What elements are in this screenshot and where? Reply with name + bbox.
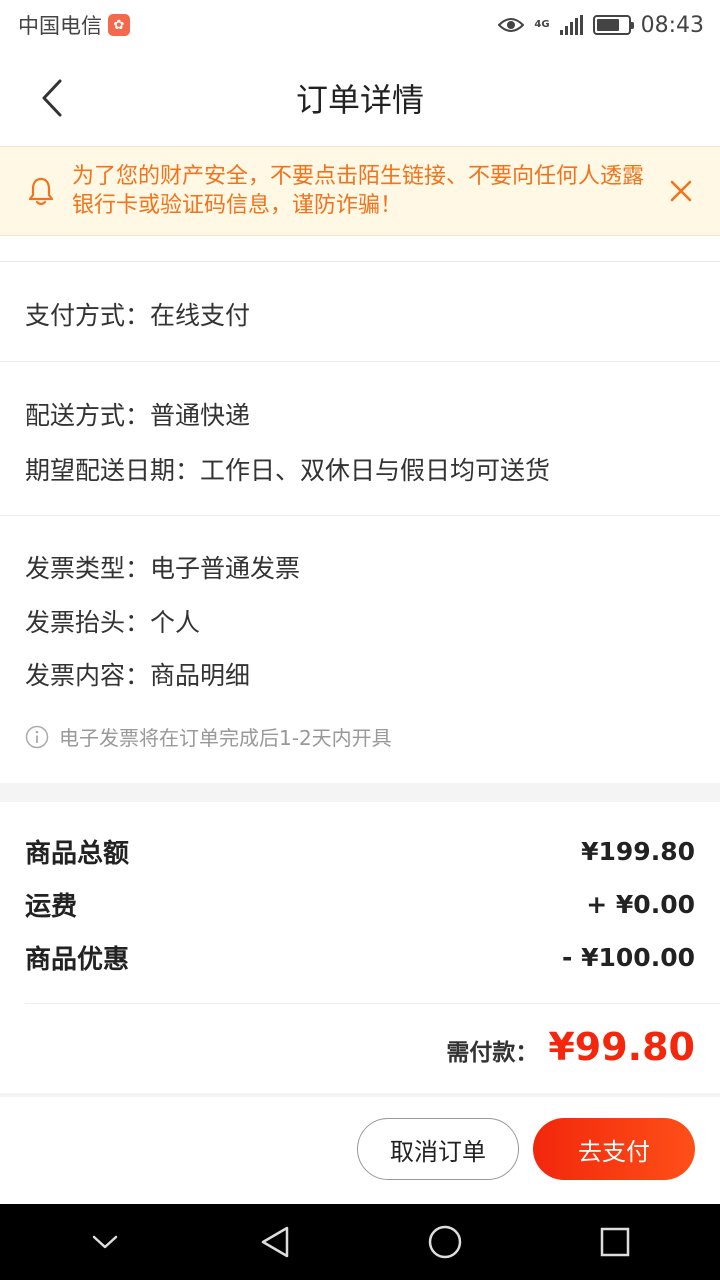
notice-text: 为了您的财产安全，不要点击陌生链接、不要向任何人透露银行卡或验证码信息，谨防诈骗… bbox=[72, 164, 645, 218]
carrier-name: 中国电信 bbox=[18, 14, 102, 38]
fee-label: 运费 bbox=[25, 892, 78, 922]
delivery-date: 期望配送日期：工作日、双休日与假日均可送货 bbox=[25, 456, 551, 485]
divider bbox=[0, 261, 720, 262]
circle-home-icon bbox=[428, 1225, 462, 1259]
fee-value: + ¥0.00 bbox=[586, 890, 695, 919]
invoice-note: 电子发票将在订单完成后1-2天内开具 bbox=[25, 722, 392, 751]
order-actions: 取消订单 去支付 bbox=[357, 1118, 695, 1180]
battery-fill bbox=[596, 19, 620, 31]
fee-row-subtotal: 商品总额 ¥199.80 bbox=[25, 833, 695, 870]
page-title: 订单详情 bbox=[295, 81, 424, 119]
system-back-button[interactable] bbox=[245, 1212, 305, 1272]
system-home-button[interactable] bbox=[415, 1212, 475, 1272]
total-label: 需付款： bbox=[446, 1040, 539, 1066]
status-right: 4G 08:43 bbox=[498, 13, 704, 38]
carrier-badge-icon: ✿ bbox=[108, 14, 130, 36]
hide-nav-button[interactable] bbox=[75, 1212, 135, 1272]
fee-row-discount: 商品优惠 - ¥100.00 bbox=[25, 939, 695, 976]
system-nav-bar bbox=[0, 1204, 720, 1280]
divider bbox=[25, 1003, 720, 1004]
status-left: 中国电信 ✿ bbox=[18, 10, 130, 40]
signal-icon bbox=[559, 15, 583, 35]
invoice-content: 发票内容：商品明细 bbox=[25, 661, 251, 690]
fee-value: - ¥100.00 bbox=[562, 943, 695, 972]
fee-label: 商品优惠 bbox=[25, 945, 130, 975]
payment-total: 需付款： ¥99.80 bbox=[446, 1025, 695, 1069]
info-icon bbox=[25, 725, 49, 748]
invoice-type: 发票类型：电子普通发票 bbox=[25, 554, 301, 583]
divider bbox=[0, 361, 720, 362]
square-recents-icon bbox=[600, 1227, 630, 1257]
chevron-left-icon bbox=[42, 79, 62, 117]
close-icon bbox=[670, 180, 692, 202]
bell-icon bbox=[28, 177, 54, 206]
status-bar: 中国电信 ✿ 4G 08:43 bbox=[0, 0, 720, 50]
pay-button[interactable]: 去支付 bbox=[533, 1118, 695, 1180]
total-amount: ¥99.80 bbox=[548, 1025, 695, 1069]
triangle-back-icon bbox=[261, 1226, 289, 1258]
security-notice: 为了您的财产安全，不要点击陌生链接、不要向任何人透露银行卡或验证码信息，谨防诈骗… bbox=[0, 146, 720, 236]
invoice-note-text: 电子发票将在订单完成后1-2天内开具 bbox=[59, 726, 392, 750]
eye-icon bbox=[498, 18, 525, 32]
clock: 08:43 bbox=[640, 12, 704, 38]
notice-close-button[interactable] bbox=[666, 176, 696, 206]
fee-row-shipping: 运费 + ¥0.00 bbox=[25, 886, 695, 923]
divider bbox=[0, 515, 720, 516]
invoice-title: 发票抬头：个人 bbox=[25, 608, 201, 637]
payment-method: 支付方式：在线支付 bbox=[25, 301, 251, 330]
network-type: 4G bbox=[534, 19, 550, 30]
system-recents-button[interactable] bbox=[585, 1212, 645, 1272]
divider bbox=[0, 1093, 720, 1097]
nav-bar: 订单详情 bbox=[0, 50, 720, 146]
back-button[interactable] bbox=[30, 76, 74, 120]
battery-icon bbox=[592, 15, 634, 35]
fee-value: ¥199.80 bbox=[581, 837, 695, 866]
chevron-down-icon bbox=[92, 1235, 118, 1249]
delivery-method: 配送方式：普通快递 bbox=[25, 401, 251, 430]
cancel-order-button[interactable]: 取消订单 bbox=[357, 1118, 519, 1180]
fee-label: 商品总额 bbox=[25, 839, 130, 869]
section-gap bbox=[0, 783, 720, 802]
